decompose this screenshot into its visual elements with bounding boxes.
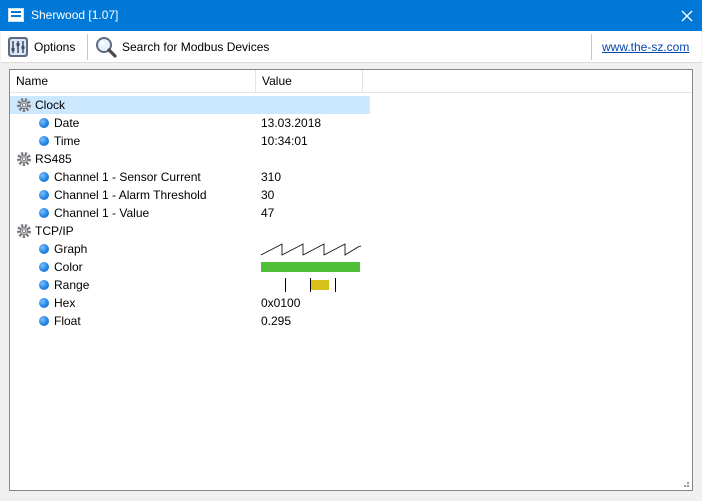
item-name: Color <box>54 260 83 274</box>
bullet-icon <box>39 118 49 128</box>
list-item-float[interactable]: Float 0.295 <box>10 312 370 330</box>
close-button[interactable] <box>672 0 702 31</box>
list-item-graph[interactable]: Graph <box>10 240 370 258</box>
list-item-sensor-current[interactable]: Channel 1 - Sensor Current 310 <box>10 168 370 186</box>
resize-grip-icon[interactable] <box>680 478 690 488</box>
search-icon <box>96 37 117 58</box>
options-label: Options <box>34 40 76 54</box>
group-row-rs485[interactable]: RS485 <box>10 150 370 168</box>
item-name: Channel 1 - Value <box>54 206 150 220</box>
group-row-clock[interactable]: Clock <box>10 96 370 114</box>
close-icon <box>681 10 693 21</box>
item-name: Channel 1 - Sensor Current <box>54 170 201 184</box>
website-link[interactable]: www.the-sz.com <box>602 40 689 54</box>
bullet-icon <box>39 280 49 290</box>
item-value: 0x0100 <box>261 296 301 310</box>
list-body: Clock Date 13.03.2018 Time 10:34:01 RS48… <box>10 94 692 490</box>
title-bar: Sherwood [1.07] <box>0 0 702 31</box>
bullet-icon <box>39 136 49 146</box>
bullet-icon <box>39 244 49 254</box>
range-max-tick <box>335 278 336 292</box>
item-name: Graph <box>54 242 88 256</box>
window-title: Sherwood [1.07] <box>31 8 119 22</box>
app-icon <box>8 8 24 22</box>
item-name: Date <box>54 116 80 130</box>
item-value: 13.03.2018 <box>261 116 322 130</box>
item-value: 47 <box>261 206 275 220</box>
bullet-icon <box>39 172 49 182</box>
list-item-date[interactable]: Date 13.03.2018 <box>10 114 370 132</box>
item-name: Range <box>54 278 90 292</box>
list-item-hex[interactable]: Hex 0x0100 <box>10 294 370 312</box>
gear-icon <box>17 152 31 166</box>
item-name: Time <box>54 134 81 148</box>
item-name: Float <box>54 314 81 328</box>
range-indicator <box>261 276 361 294</box>
item-value: 10:34:01 <box>261 134 308 148</box>
toolbar: Options Search for Modbus Devices www.th… <box>1 31 701 63</box>
gear-icon <box>17 224 31 238</box>
list-item-channel-value[interactable]: Channel 1 - Value 47 <box>10 204 370 222</box>
item-name: Hex <box>54 296 76 310</box>
sawtooth-graph <box>260 243 362 256</box>
range-min-tick <box>285 278 286 292</box>
options-button[interactable]: Options <box>6 34 75 60</box>
bullet-icon <box>39 208 49 218</box>
item-value: 310 <box>261 170 282 184</box>
bullet-icon <box>39 190 49 200</box>
item-name: Channel 1 - Alarm Threshold <box>54 188 207 202</box>
item-value: 30 <box>261 188 275 202</box>
list-item-range[interactable]: Range <box>10 276 370 294</box>
list-item-color[interactable]: Color <box>10 258 370 276</box>
device-list[interactable]: Name Value Clock Date 13.03.2018 Time 10… <box>9 69 693 491</box>
bullet-icon <box>39 262 49 272</box>
options-icon <box>8 37 28 57</box>
range-fill <box>311 280 329 290</box>
group-row-tcpip[interactable]: TCP/IP <box>10 222 370 240</box>
item-value: 0.295 <box>261 314 292 328</box>
toolbar-separator <box>87 34 88 60</box>
bullet-icon <box>39 316 49 326</box>
search-modbus-button[interactable]: Search for Modbus Devices <box>94 34 269 60</box>
group-label: TCP/IP <box>35 224 74 238</box>
gear-icon <box>17 98 31 112</box>
list-item-alarm-threshold[interactable]: Channel 1 - Alarm Threshold 30 <box>10 186 370 204</box>
bullet-icon <box>39 298 49 308</box>
toolbar-separator <box>591 34 592 60</box>
column-header-value[interactable]: Value <box>256 70 363 93</box>
list-header: Name Value <box>10 70 692 93</box>
list-item-time[interactable]: Time 10:34:01 <box>10 132 370 150</box>
search-modbus-label: Search for Modbus Devices <box>122 40 270 54</box>
color-swatch <box>261 262 360 272</box>
group-label: Clock <box>35 98 66 112</box>
column-header-name[interactable]: Name <box>10 70 256 93</box>
group-label: RS485 <box>35 152 72 166</box>
